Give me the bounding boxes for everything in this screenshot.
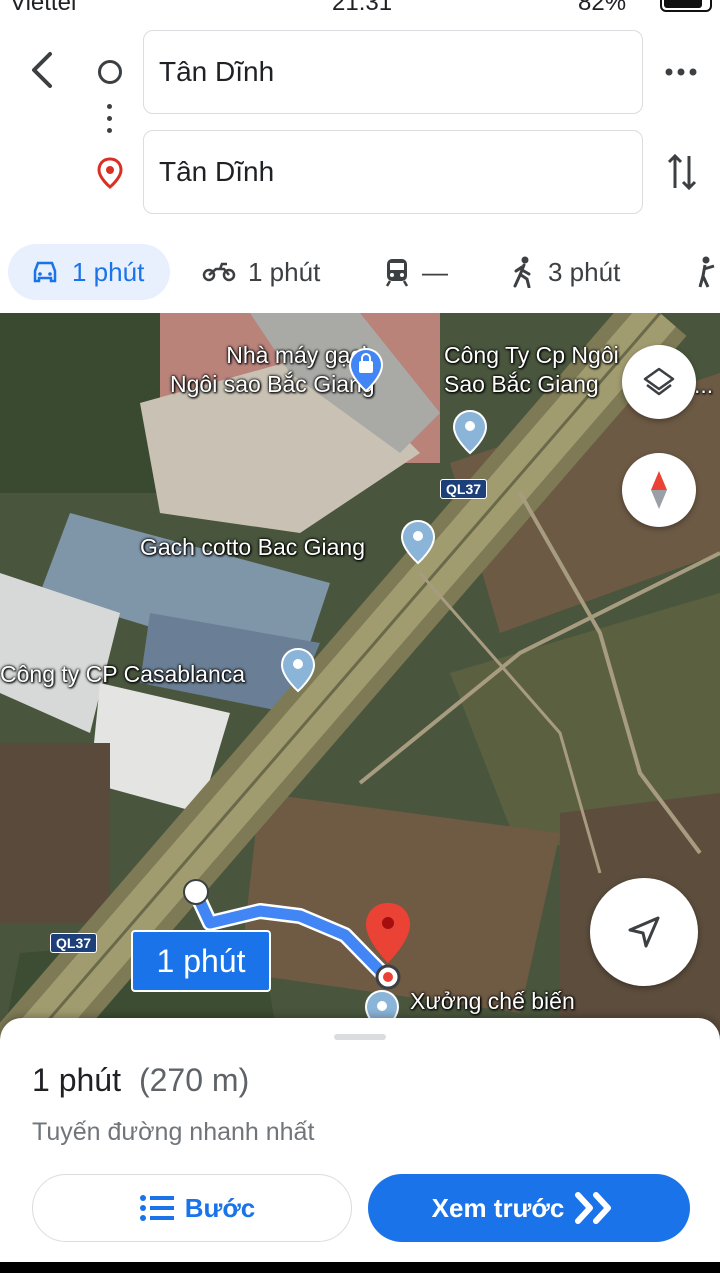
list-icon [139, 1195, 174, 1221]
carrier-label: Viettel [10, 0, 77, 16]
shopping-bag-pin-icon[interactable] [348, 347, 384, 395]
walk-icon [513, 256, 531, 288]
route-subtitle: Tuyến đường nhanh nhất [32, 1118, 315, 1146]
tab-driving[interactable]: 1 phút [8, 244, 170, 300]
route-distance: (270 m) [138, 1062, 250, 1098]
route-dots-icon [107, 104, 113, 136]
origin-input[interactable]: Tân Dĩnh [143, 30, 643, 114]
origin-circle-icon [98, 60, 122, 84]
double-chevron-icon [575, 1192, 612, 1224]
battery-icon [660, 0, 712, 12]
poi-label-cotto[interactable]: Gach cotto Bac Giang [140, 533, 365, 562]
road-shield-ql37-bottom: QL37 [50, 933, 98, 953]
layers-icon [643, 367, 675, 396]
steps-button-label: Bước [184, 1192, 256, 1223]
ride-icon [698, 256, 715, 288]
preview-button-label: Xem trước [431, 1192, 565, 1223]
route-duration: 1 phút [32, 1062, 121, 1098]
poi-label-factory[interactable]: Nhà máy gạch Ngôi sao Bắc Giang [170, 341, 375, 399]
clock: 21:31 [332, 0, 393, 16]
layers-button[interactable] [622, 345, 696, 419]
preview-button[interactable]: Xem trước [368, 1174, 690, 1242]
bottom-edge [0, 1262, 720, 1273]
back-button[interactable] [26, 48, 62, 92]
poi-label-casablanca[interactable]: Công ty CP Casablanca [0, 660, 245, 689]
casablanca-pin-icon[interactable] [280, 647, 316, 695]
route-eta-callout[interactable]: 1 phút [131, 930, 271, 992]
car-icon [33, 261, 57, 283]
company-pin-icon[interactable] [452, 409, 488, 457]
route-summary: 1 phút (270 m) [32, 1062, 249, 1099]
poi-label-company-ellipsis: ... [694, 372, 714, 398]
tab-ride[interactable] [690, 244, 720, 300]
tab-walking[interactable]: 3 phút [510, 244, 620, 300]
train-icon [385, 259, 409, 287]
tab-walking-label: 3 phút [548, 256, 621, 287]
sheet-drag-handle[interactable] [334, 1034, 386, 1040]
status-bar: Viettel 21:31 82% [0, 0, 720, 18]
poi-label-company[interactable]: Công Ty Cp Ngôi Sao Bắc Giang [444, 341, 619, 399]
tab-motorbike[interactable]: 1 phút [202, 244, 320, 300]
motorbike-icon [202, 262, 236, 282]
road-shield-ql37-top: QL37 [440, 479, 488, 499]
tab-transit-label: — [422, 256, 448, 287]
travel-mode-tabs: 1 phút 1 phút — 3 phút [0, 244, 720, 300]
route-bottom-sheet[interactable]: 1 phút (270 m) Tuyến đường nhanh nhất Bư… [0, 1018, 720, 1273]
my-location-button[interactable] [590, 878, 698, 986]
battery-percent: 82% [578, 0, 627, 16]
map-view[interactable]: Nhà máy gạch Ngôi sao Bắc Giang Công Ty … [0, 313, 720, 1053]
tab-driving-label: 1 phút [72, 256, 145, 287]
cotto-pin-icon[interactable] [400, 519, 436, 567]
tab-transit[interactable]: — [384, 244, 448, 300]
more-options-icon[interactable] [664, 62, 698, 82]
compass-icon [651, 471, 667, 509]
steps-button[interactable]: Bước [32, 1174, 352, 1242]
destination-input[interactable]: Tân Dĩnh [143, 130, 643, 214]
compass-button[interactable] [622, 453, 696, 527]
navigation-arrow-icon [628, 916, 660, 948]
swap-icon[interactable] [666, 150, 698, 194]
tab-motorbike-label: 1 phút [248, 256, 321, 287]
poi-label-workshop[interactable]: Xưởng chế biến [410, 987, 575, 1016]
destination-pin-icon [97, 157, 123, 189]
